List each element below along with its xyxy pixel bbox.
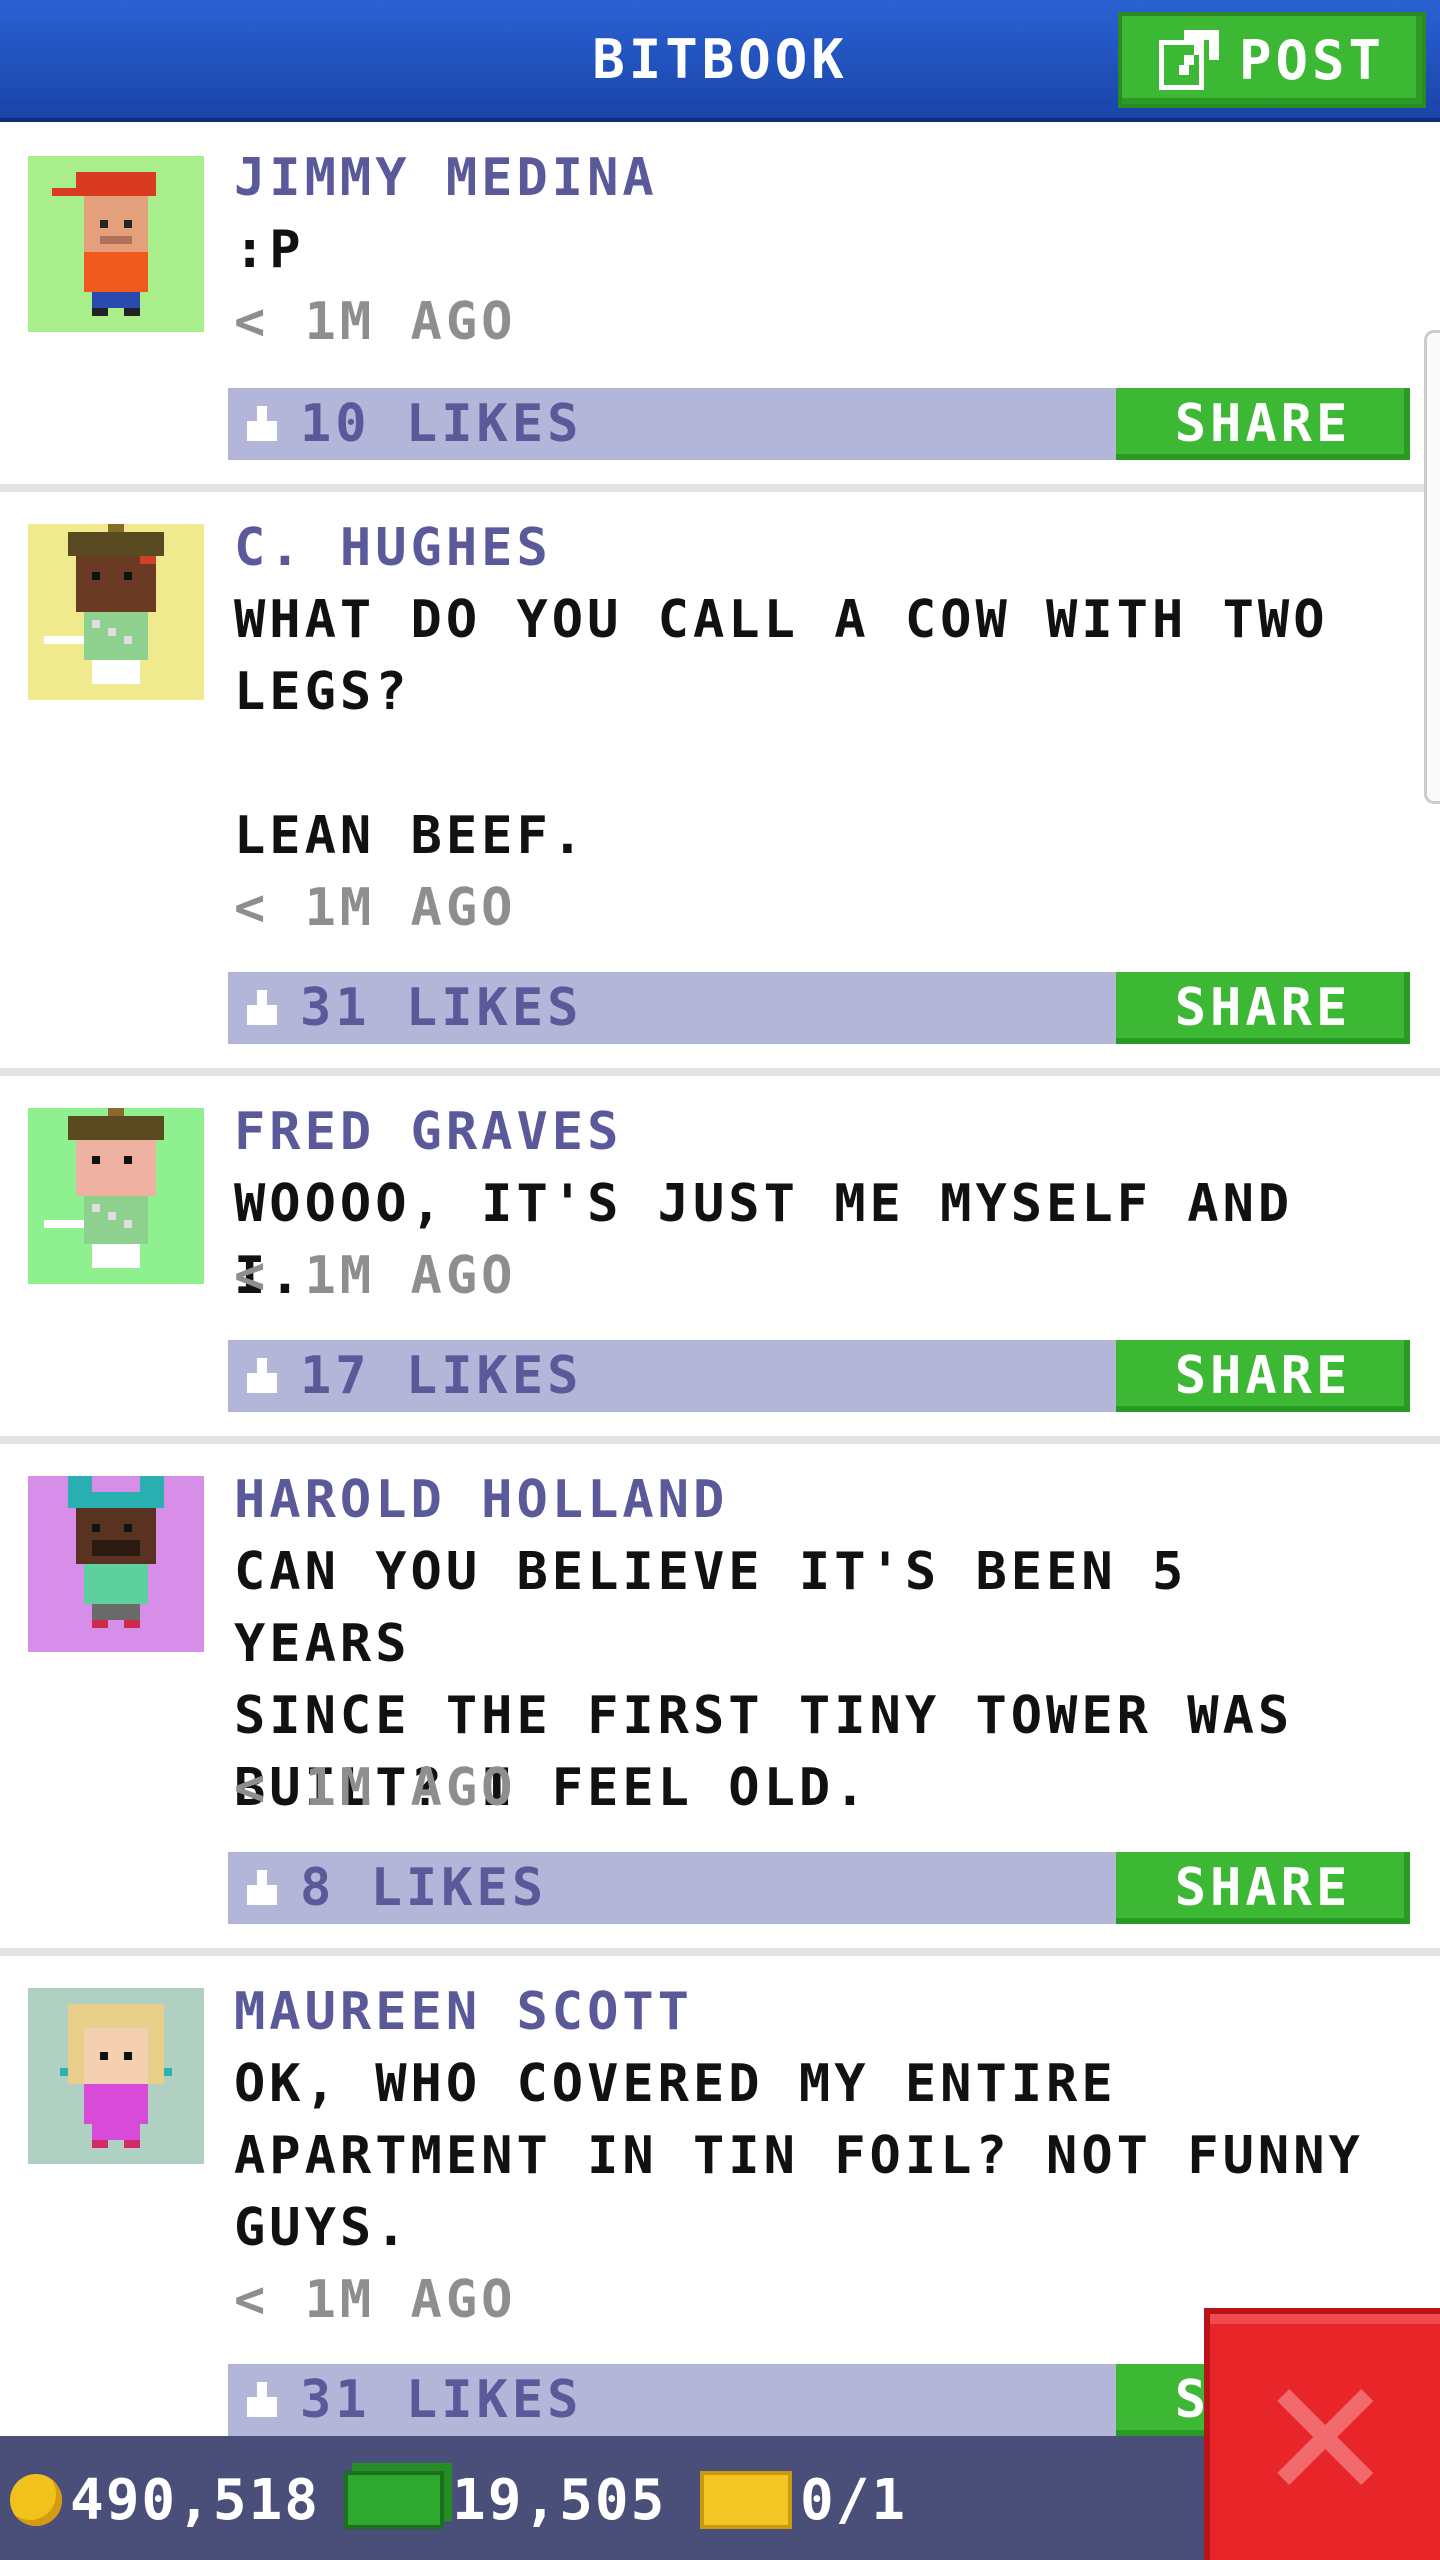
avatar[interactable] — [28, 156, 204, 332]
post-time: < 1M AGO — [234, 2270, 517, 2330]
likes-bar: 17 LIKES SHARE — [228, 1340, 1410, 1412]
avatar-maureen-scott — [28, 1988, 204, 2164]
post-author[interactable]: C. HUGHES — [234, 512, 552, 584]
likes-count: 31 LIKES — [300, 2370, 583, 2430]
top-bar: BITBOOK POST — [0, 0, 1440, 122]
post-button-label: POST — [1238, 28, 1386, 92]
likes-bar: 8 LIKES SHARE — [228, 1852, 1410, 1924]
likes-bar: 10 LIKES SHARE — [228, 388, 1410, 460]
feed-post: C. HUGHES WHAT DO YOU CALL A COW WITH TW… — [0, 492, 1440, 1076]
close-icon — [1277, 2389, 1373, 2485]
bux-value: 19,505 — [452, 2467, 667, 2533]
thumbs-up-icon[interactable] — [242, 406, 282, 446]
post-time: < 1M AGO — [234, 878, 517, 938]
post-author[interactable]: JIMMY MEDINA — [234, 142, 658, 214]
avatar[interactable] — [28, 1108, 204, 1284]
likes-count: 17 LIKES — [300, 1346, 583, 1406]
avatar[interactable] — [28, 1476, 204, 1652]
post-text: OK, WHO COVERED MY ENTIRE APARTMENT IN T… — [234, 2054, 1364, 2258]
likes-count: 8 LIKES — [300, 1858, 548, 1918]
post-time: < 1M AGO — [234, 292, 517, 352]
post-author[interactable]: MAUREEN SCOTT — [234, 1976, 693, 2048]
close-button[interactable] — [1204, 2308, 1440, 2560]
thumbs-up-icon[interactable] — [242, 1358, 282, 1398]
thumbs-up-icon[interactable] — [242, 1870, 282, 1910]
avatar-c-hughes — [28, 524, 204, 700]
compose-icon — [1158, 30, 1219, 90]
share-button[interactable]: SHARE — [1116, 1340, 1410, 1412]
post-button[interactable]: POST — [1118, 12, 1426, 108]
post-time: < 1M AGO — [234, 1246, 517, 1306]
thumbs-up-icon[interactable] — [242, 990, 282, 1030]
post-text: :P — [234, 220, 305, 280]
likes-bar: 31 LIKES SHARE — [228, 972, 1410, 1044]
post-time: < 1M AGO — [234, 1758, 517, 1818]
share-button[interactable]: SHARE — [1116, 972, 1410, 1044]
coin-icon — [10, 2474, 62, 2526]
post-author[interactable]: FRED GRAVES — [234, 1096, 622, 1168]
ticket-icon — [700, 2471, 792, 2529]
likes-count: 10 LIKES — [300, 394, 583, 454]
coins-value: 490,518 — [70, 2467, 321, 2533]
avatar[interactable] — [28, 1988, 204, 2164]
bux-stat: 19,505 — [344, 2467, 667, 2533]
avatar[interactable] — [28, 524, 204, 700]
avatar-fred-graves — [28, 1108, 204, 1284]
feed-post: FRED GRAVES WOOOO, IT'S JUST ME MYSELF A… — [0, 1076, 1440, 1444]
coins-stat: 490,518 — [10, 2467, 321, 2533]
avatar-harold-holland — [28, 1476, 204, 1652]
tickets-stat: 0/1 — [700, 2467, 908, 2533]
post-text: WHAT DO YOU CALL A COW WITH TWO LEGS? LE… — [234, 590, 1329, 866]
share-button[interactable]: SHARE — [1116, 388, 1410, 460]
avatar-jimmy-medina — [28, 156, 204, 332]
scrollbar[interactable] — [1424, 330, 1440, 804]
thumbs-up-icon[interactable] — [242, 2382, 282, 2422]
share-button[interactable]: SHARE — [1116, 1852, 1410, 1924]
post-author[interactable]: HAROLD HOLLAND — [234, 1464, 728, 1536]
tickets-value: 0/1 — [800, 2467, 908, 2533]
feed-post: HAROLD HOLLAND CAN YOU BELIEVE IT'S BEEN… — [0, 1444, 1440, 1956]
bux-icon — [344, 2471, 444, 2529]
feed-post: JIMMY MEDINA :P < 1M AGO 10 LIKES SHARE — [0, 122, 1440, 492]
likes-count: 31 LIKES — [300, 978, 583, 1038]
